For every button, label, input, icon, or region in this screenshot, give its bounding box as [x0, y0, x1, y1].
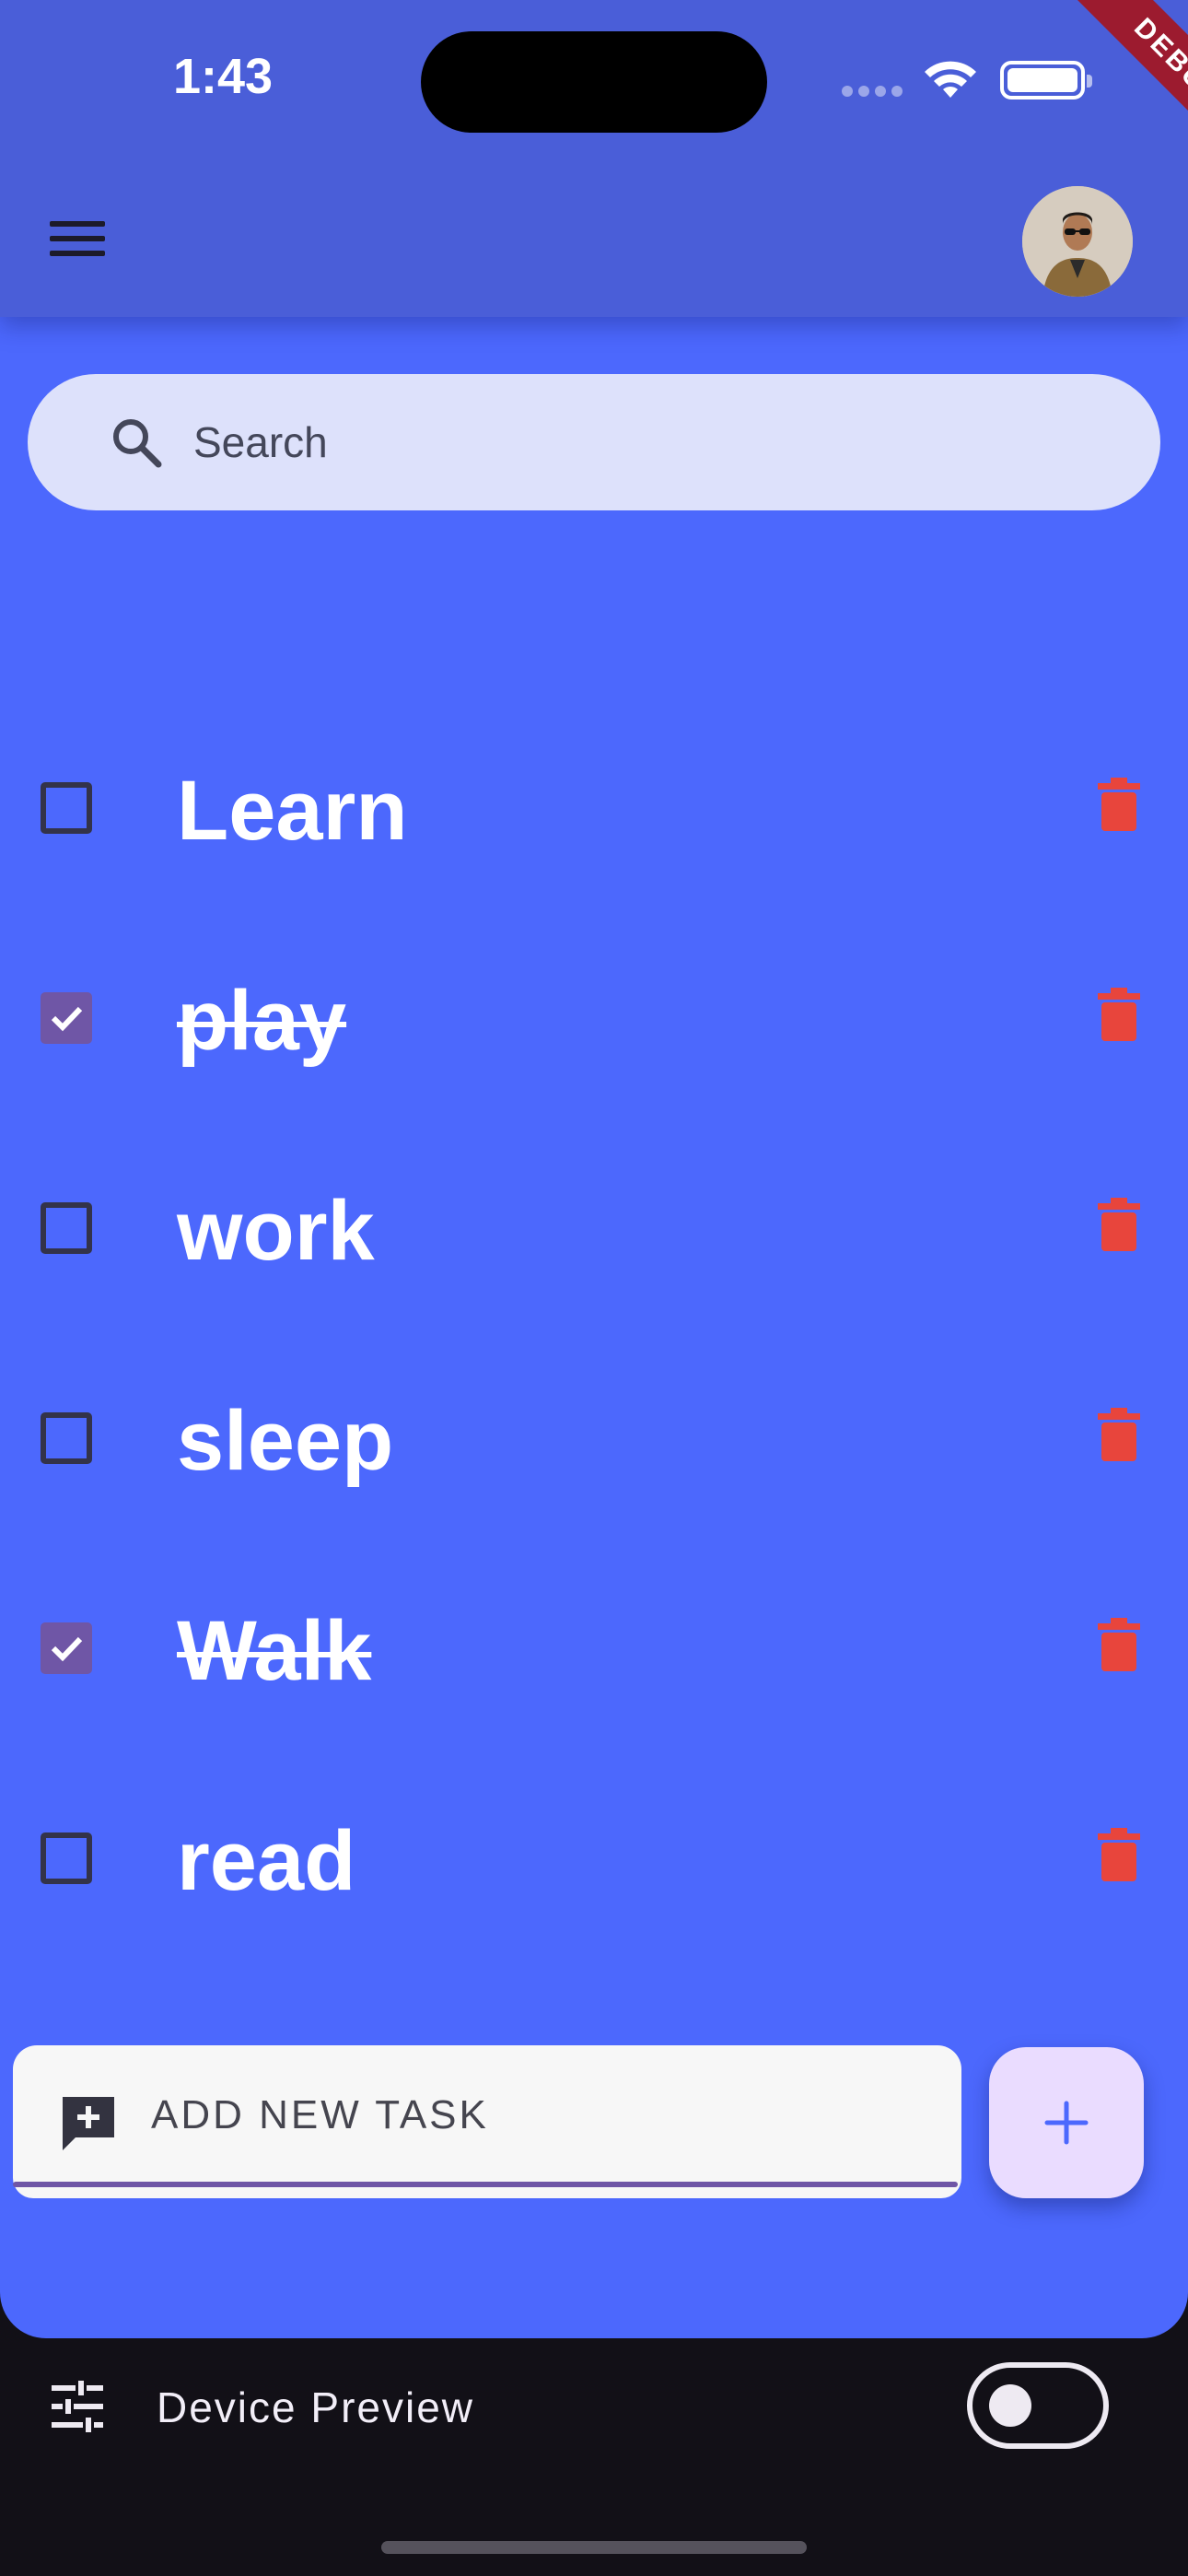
delete-icon[interactable] — [1098, 988, 1140, 1041]
task-label: work — [177, 1184, 375, 1278]
status-time: 1:43 — [173, 49, 274, 104]
task-checkbox[interactable] — [41, 992, 92, 1044]
avatar-person-icon — [1022, 186, 1133, 297]
search-bar[interactable] — [28, 374, 1160, 510]
task-row: Walk — [0, 1592, 1188, 1703]
app-screen: 1:43 DEBUG Search Learn play work sleep … — [0, 0, 1188, 2338]
add-task-input[interactable] — [151, 2078, 934, 2152]
tune-icon[interactable] — [50, 2381, 105, 2432]
delete-icon[interactable] — [1098, 1828, 1140, 1881]
delete-icon[interactable] — [1098, 1618, 1140, 1671]
add-task-field[interactable] — [13, 2045, 961, 2198]
device-preview-label: Device Preview — [157, 2383, 474, 2431]
search-icon — [113, 419, 162, 468]
task-checkbox[interactable] — [41, 1202, 92, 1254]
task-label: read — [177, 1814, 356, 1908]
task-row: work — [0, 1172, 1188, 1282]
app-bar: 1:43 — [0, 0, 1188, 317]
cellular-signal-icon — [842, 85, 908, 101]
wifi-icon — [925, 61, 976, 98]
task-label: sleep — [177, 1394, 394, 1488]
delete-icon[interactable] — [1098, 1408, 1140, 1461]
task-label: play — [177, 974, 347, 1068]
task-row: read — [0, 1802, 1188, 1913]
task-row: sleep — [0, 1382, 1188, 1493]
check-icon — [51, 1006, 83, 1032]
task-checkbox[interactable] — [41, 1832, 92, 1884]
add-task-button[interactable] — [989, 2047, 1144, 2198]
task-checkbox[interactable] — [41, 782, 92, 834]
task-checkbox[interactable] — [41, 1412, 92, 1464]
task-label: Walk — [177, 1604, 372, 1698]
add-comment-icon — [63, 2097, 114, 2150]
menu-icon[interactable] — [50, 221, 105, 262]
dynamic-island — [421, 31, 767, 133]
delete-icon[interactable] — [1098, 778, 1140, 831]
task-label: Learn — [177, 764, 408, 858]
battery-icon — [1000, 61, 1092, 100]
check-icon — [51, 1636, 83, 1662]
task-row: play — [0, 962, 1188, 1072]
avatar[interactable] — [1022, 186, 1133, 297]
task-checkbox[interactable] — [41, 1622, 92, 1674]
delete-icon[interactable] — [1098, 1198, 1140, 1251]
plus-icon — [1044, 2101, 1089, 2145]
toggle-knob — [989, 2384, 1031, 2427]
task-row: Learn — [0, 752, 1188, 862]
home-indicator — [381, 2541, 807, 2554]
device-preview-toggle[interactable] — [967, 2362, 1109, 2449]
search-input[interactable] — [193, 402, 1114, 483]
